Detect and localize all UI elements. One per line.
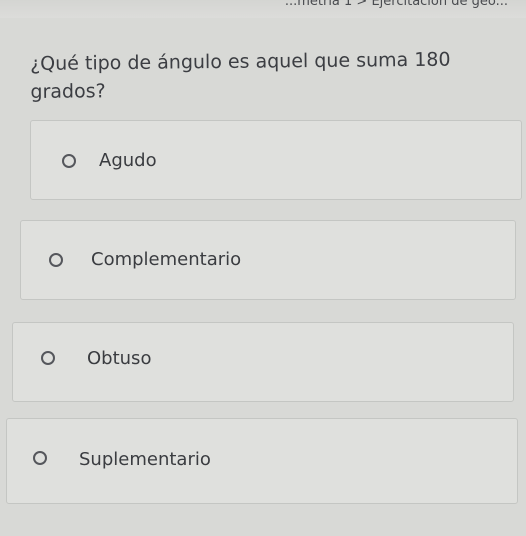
- question-text: ¿Qué tipo de ángulo es aquel que suma 18…: [30, 48, 451, 103]
- option-label: Obtuso: [87, 348, 152, 369]
- option-obtuso[interactable]: Obtuso: [12, 322, 514, 402]
- breadcrumb[interactable]: ...metría 1 > Ejercitación de geo...: [285, 0, 508, 9]
- option-label: Suplementario: [79, 449, 211, 470]
- radio-icon[interactable]: [49, 253, 63, 267]
- option-suplementario[interactable]: Suplementario: [6, 418, 518, 504]
- radio-icon[interactable]: [41, 351, 55, 365]
- option-label: Complementario: [91, 249, 242, 270]
- option-label: Agudo: [99, 150, 157, 171]
- option-agudo[interactable]: Agudo: [30, 120, 522, 200]
- radio-icon[interactable]: [62, 154, 76, 168]
- top-bar: ...metría 1 > Ejercitación de geo...: [0, 0, 526, 18]
- radio-icon[interactable]: [33, 451, 47, 465]
- option-complementario[interactable]: Complementario: [20, 220, 516, 300]
